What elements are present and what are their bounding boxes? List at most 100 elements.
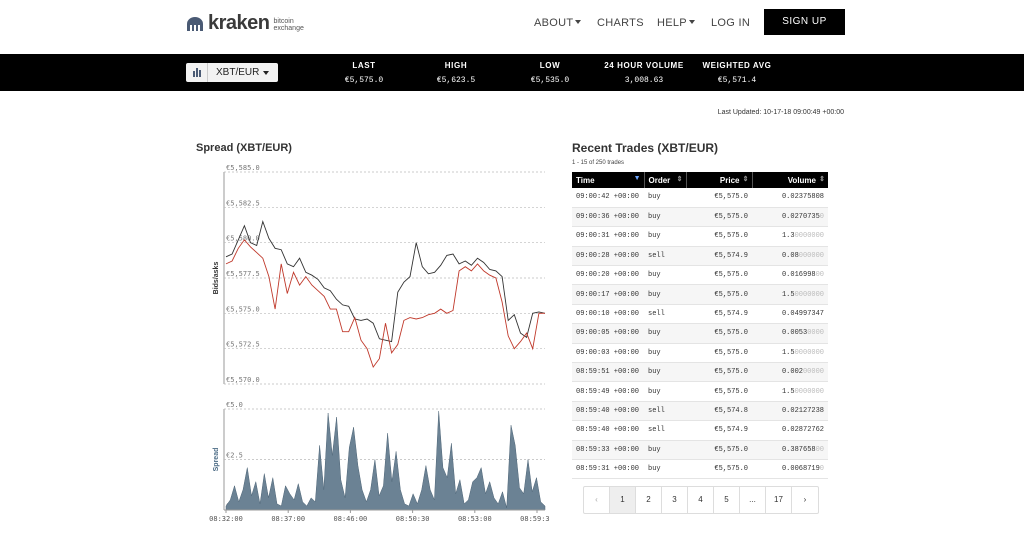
trade-price: €5,574.9 (686, 304, 752, 325)
nav-about[interactable]: ABOUT (534, 17, 582, 29)
pair-label: XBT/EUR (216, 67, 260, 78)
sign-up-button[interactable]: SIGN UP (764, 9, 845, 35)
trade-time: 08:59:33 +00:00 (572, 440, 644, 460)
pair-selector[interactable]: XBT/EUR (186, 63, 278, 82)
stat-high: HIGH €5,623.5 (436, 61, 476, 85)
trade-order: buy (644, 323, 686, 344)
last-updated: Last Updated: 10-17-18 09:00:49 +00:00 (717, 109, 844, 116)
trade-time: 09:00:31 +00:00 (572, 226, 644, 247)
table-row: 08:59:40 +00:00 sell €5,574.9 0.02872762 (572, 420, 828, 441)
trade-volume: 0.00200000 (752, 362, 828, 383)
table-row: 09:00:03 +00:00 buy €5,575.0 1.50000000 (572, 343, 828, 364)
page-button[interactable]: 2 (636, 487, 662, 513)
trade-time: 09:00:10 +00:00 (572, 304, 644, 325)
trade-price: €5,574.8 (686, 401, 752, 422)
spread-chart: €5,585.0€5,582.5€5,580.0€5,577.5€5,575.0… (209, 164, 550, 523)
trade-price: €5,575.0 (686, 343, 752, 364)
table-row: 08:59:40 +00:00 sell €5,574.8 0.02127238 (572, 401, 828, 422)
trade-price: €5,575.0 (686, 188, 752, 208)
trades-title: Recent Trades (XBT/EUR) (572, 141, 719, 155)
y-tick-label: €5,575.0 (226, 305, 260, 313)
top-navigation: kraken bitcoin exchange ABOUT CHARTS HELP… (0, 0, 1024, 54)
trades-count: 1 - 15 of 250 trades (572, 160, 625, 166)
trade-order: buy (644, 381, 686, 402)
trades-table: Time ▼ Order ⇕ Price ⇕ Volume ⇕ 09:00:42 +00… (572, 172, 828, 480)
trade-price: €5,575.0 (686, 362, 752, 383)
brand-logo[interactable]: kraken bitcoin exchange (186, 12, 304, 35)
trade-volume: 1.50000000 (752, 343, 828, 364)
nav-login[interactable]: LOG IN (711, 17, 750, 29)
trade-price: €5,574.9 (686, 420, 752, 441)
trade-order: buy (644, 343, 686, 364)
trade-time: 08:59:40 +00:00 (572, 420, 644, 441)
trade-volume: 0.02375808 (752, 188, 828, 208)
page-button[interactable]: 5 (714, 487, 740, 513)
trade-order: sell (644, 401, 686, 422)
table-row: 09:00:10 +00:00 sell €5,574.9 0.04997347 (572, 304, 828, 325)
table-row: 08:59:31 +00:00 buy €5,575.0 0.00687190 (572, 459, 828, 480)
trade-volume: 1.50000000 (752, 284, 828, 305)
trade-volume: 0.00530000 (752, 323, 828, 344)
trade-order: buy (644, 440, 686, 460)
trade-time: 09:00:17 +00:00 (572, 284, 644, 305)
next-page-button[interactable]: › (792, 487, 818, 513)
trade-order: buy (644, 207, 686, 228)
x-tick-label: 08:50:30 (396, 515, 430, 523)
trade-time: 09:00:03 +00:00 (572, 343, 644, 364)
trade-price: €5,575.0 (686, 226, 752, 247)
trade-volume: 0.02127238 (752, 401, 828, 422)
col-price[interactable]: Price ⇕ (686, 172, 753, 188)
trade-volume: 0.00687190 (752, 459, 828, 480)
trade-price: €5,575.0 (686, 459, 752, 480)
x-tick-label: 08:46:00 (334, 515, 368, 523)
trade-volume: 1.30000000 (752, 226, 828, 247)
x-tick-label: 08:37:00 (271, 515, 305, 523)
x-tick-label: 08:59:30 (520, 515, 550, 523)
table-row: 09:00:28 +00:00 sell €5,574.9 0.08000000 (572, 246, 828, 267)
pagination: ‹ 1 2 3 4 5... 17 › (583, 486, 819, 514)
trade-time: 09:00:42 +00:00 (572, 188, 644, 208)
trade-price: €5,575.0 (686, 440, 752, 460)
brand-tagline: bitcoin exchange (273, 17, 304, 32)
page-button[interactable]: 17 (766, 487, 792, 513)
trade-order: sell (644, 420, 686, 441)
brand-name: kraken (208, 12, 270, 34)
spread-area (225, 410, 546, 511)
sort-desc-icon: ▼ (633, 175, 641, 182)
spread-axis-label: Spread (213, 448, 220, 472)
sort-icon: ⇕ (742, 176, 749, 183)
trade-time: 08:59:51 +00:00 (572, 362, 644, 383)
trade-volume: 0.02872762 (752, 420, 828, 441)
page-button[interactable]: 3 (662, 487, 688, 513)
ticker-bar: XBT/EUR LAST €5,575.0 HIGH €5,623.5 LOW … (0, 54, 1024, 91)
trade-price: €5,574.9 (686, 246, 752, 267)
trade-order: buy (644, 188, 686, 208)
trade-order: buy (644, 362, 686, 383)
trade-order: buy (644, 284, 686, 305)
trade-price: €5,575.0 (686, 207, 752, 228)
y-axis-label: Bids/asks (213, 262, 220, 295)
trade-volume: 0.02707350 (752, 207, 828, 228)
nav-charts[interactable]: CHARTS (597, 17, 644, 29)
table-row: 09:00:05 +00:00 buy €5,575.0 0.00530000 (572, 323, 828, 344)
prev-page-button[interactable]: ‹ (584, 487, 610, 513)
table-row: 08:59:33 +00:00 buy €5,575.0 0.38765800 (572, 440, 828, 460)
trade-time: 09:00:28 +00:00 (572, 246, 644, 267)
trade-order: sell (644, 304, 686, 325)
col-volume[interactable]: Volume ⇕ (752, 172, 828, 188)
trade-time: 09:00:20 +00:00 (572, 265, 644, 286)
y-tick-label: €5,577.5 (226, 270, 260, 278)
page-button[interactable]: 4 (688, 487, 714, 513)
nav-help[interactable]: HELP (657, 17, 695, 29)
trade-time: 08:59:40 +00:00 (572, 401, 644, 422)
table-row: 09:00:31 +00:00 buy €5,575.0 1.30000000 (572, 226, 828, 247)
trade-volume: 0.01699800 (752, 265, 828, 286)
col-order[interactable]: Order ⇕ (644, 172, 687, 188)
trade-volume: 0.38765800 (752, 440, 828, 460)
page-button[interactable]: 1 (610, 487, 636, 513)
trade-volume: 0.08000000 (752, 246, 828, 267)
y-tick-label: €5.0 (226, 401, 243, 409)
trade-price: €5,575.0 (686, 381, 752, 402)
col-time[interactable]: Time ▼ (572, 172, 645, 188)
y-tick-label: €2.5 (226, 452, 243, 460)
